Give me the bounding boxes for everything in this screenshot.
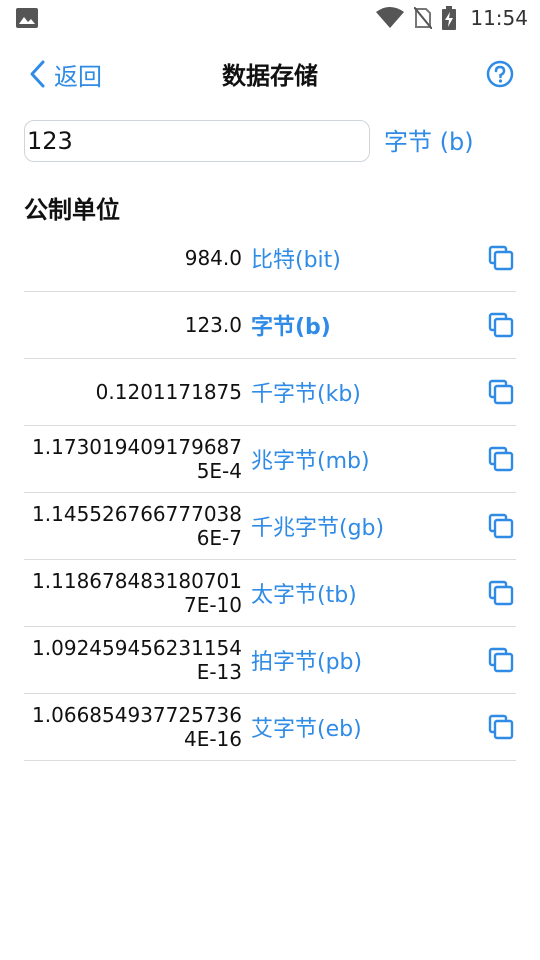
- unit-value: 1.1455267667770386E-7: [32, 502, 242, 550]
- copy-icon[interactable]: [488, 312, 514, 338]
- status-time: 11:54: [470, 6, 528, 30]
- value-input[interactable]: [24, 120, 370, 162]
- copy-icon[interactable]: [488, 513, 514, 539]
- image-icon: [16, 8, 38, 28]
- copy-icon[interactable]: [488, 245, 514, 271]
- copy-icon[interactable]: [488, 580, 514, 606]
- unit-value: 123.0: [184, 313, 242, 337]
- page-title: 数据存储: [222, 62, 318, 90]
- battery-charging-icon: [442, 6, 457, 30]
- unit-label[interactable]: 比特(bit): [251, 225, 341, 291]
- unit-value: 1.0668549377257364E-16: [32, 703, 242, 751]
- no-sim-icon: [414, 7, 433, 29]
- unit-value: 1.1186784831807017E-10: [32, 569, 242, 617]
- unit-row: 123.0 字节(b): [24, 292, 516, 359]
- unit-value: 1.092459456231154E-13: [32, 636, 242, 684]
- unit-label[interactable]: 兆字节(mb): [251, 426, 370, 492]
- input-row: 字节 (b): [24, 120, 516, 164]
- unit-label[interactable]: 千字节(kb): [251, 359, 361, 425]
- unit-row: 984.0 比特(bit): [24, 225, 516, 292]
- unit-row: 1.0668549377257364E-16 艾字节(eb): [24, 694, 516, 761]
- unit-value: 1.1730194091796875E-4: [32, 435, 242, 483]
- unit-row: 1.092459456231154E-13 拍字节(pb): [24, 627, 516, 694]
- unit-row: 1.1186784831807017E-10 太字节(tb): [24, 560, 516, 627]
- unit-label[interactable]: 千兆字节(gb): [251, 493, 384, 559]
- wifi-icon: [376, 7, 405, 28]
- unit-label[interactable]: 拍字节(pb): [251, 627, 362, 693]
- copy-icon[interactable]: [488, 714, 514, 740]
- copy-icon[interactable]: [488, 647, 514, 673]
- section-title: 公制单位: [24, 196, 120, 224]
- copy-icon[interactable]: [488, 446, 514, 472]
- unit-row: 1.1730194091796875E-4 兆字节(mb): [24, 426, 516, 493]
- status-bar: 11:54: [0, 0, 540, 36]
- copy-icon[interactable]: [488, 379, 514, 405]
- unit-label[interactable]: 艾字节(eb): [251, 694, 362, 760]
- nav-bar: 返回 数据存储: [0, 48, 540, 100]
- unit-label-selected[interactable]: 字节(b): [251, 292, 331, 358]
- unit-row: 0.1201171875 千字节(kb): [24, 359, 516, 426]
- unit-value: 0.1201171875: [95, 380, 242, 404]
- unit-selector[interactable]: 字节 (b): [384, 122, 474, 157]
- unit-list: 984.0 比特(bit) 123.0 字节(b) 0.1201171875 千…: [24, 225, 516, 761]
- unit-row: 1.1455267667770386E-7 千兆字节(gb): [24, 493, 516, 560]
- unit-label[interactable]: 太字节(tb): [251, 560, 357, 626]
- help-circle-icon[interactable]: [486, 60, 514, 88]
- unit-value: 984.0: [184, 246, 242, 270]
